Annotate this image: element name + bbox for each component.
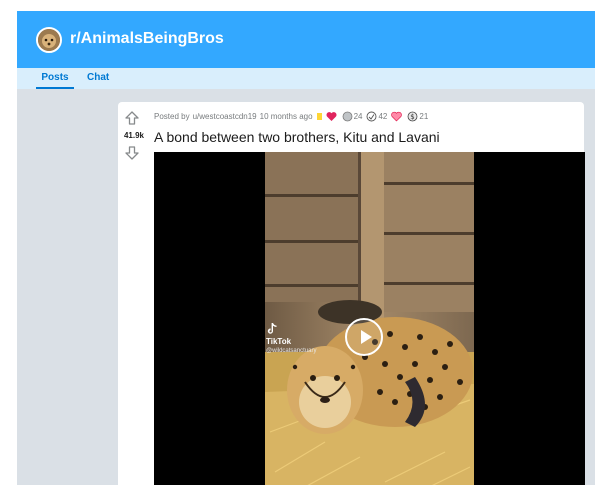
post-meta: Posted by u/westcoastcdn19 10 months ago… [154, 110, 428, 122]
posted-by-label: Posted by [154, 111, 190, 121]
subreddit-avatar[interactable] [36, 27, 62, 53]
subreddit-tabs: Posts Chat [17, 68, 595, 89]
svg-text:$: $ [411, 113, 415, 121]
silver-award-count: 24 [353, 111, 363, 121]
helpful-award-count: 42 [378, 111, 388, 121]
vote-score: 41.9k [123, 131, 145, 140]
post-title[interactable]: A bond between two brothers, Kitu and La… [154, 128, 440, 146]
subreddit-name[interactable]: r/AnimalsBeingBros [70, 28, 224, 50]
tiktok-watermark: TikTok [266, 322, 291, 346]
helpful-award-icon[interactable]: 42 [366, 111, 387, 122]
gold-award-icon[interactable] [316, 112, 322, 120]
tiktok-logo-icon [267, 323, 277, 334]
post-time[interactable]: 10 months ago [260, 112, 313, 121]
video-player[interactable]: TikTok @wildcatsanctuary [154, 152, 585, 485]
vote-column: 41.9k [118, 102, 150, 485]
downvote-arrow-icon[interactable] [124, 145, 140, 161]
subreddit-page: r/AnimalsBeingBros Posts Chat 41.9k Post… [17, 11, 595, 485]
tiktok-username: @wildcatsanctuary [266, 348, 317, 354]
silver-award-icon[interactable]: 24 [342, 111, 363, 122]
dollar-award-count: 21 [419, 111, 429, 121]
heart-eyes-award-icon[interactable] [326, 111, 338, 122]
tab-posts[interactable]: Posts [36, 68, 74, 89]
play-button[interactable] [345, 318, 383, 356]
tab-chat[interactable]: Chat [87, 68, 109, 89]
upvote-arrow-icon[interactable] [124, 110, 140, 126]
tiktok-label: TikTok [266, 337, 292, 346]
subreddit-banner: r/AnimalsBeingBros [17, 11, 595, 68]
post-author[interactable]: u/westcoastcdn19 [193, 112, 257, 121]
post-card[interactable]: 41.9k Posted by u/westcoastcdn19 10 mont… [118, 102, 585, 485]
wholesome-award-icon[interactable] [391, 111, 403, 122]
dollar-award-icon[interactable]: $ 21 [407, 111, 428, 122]
